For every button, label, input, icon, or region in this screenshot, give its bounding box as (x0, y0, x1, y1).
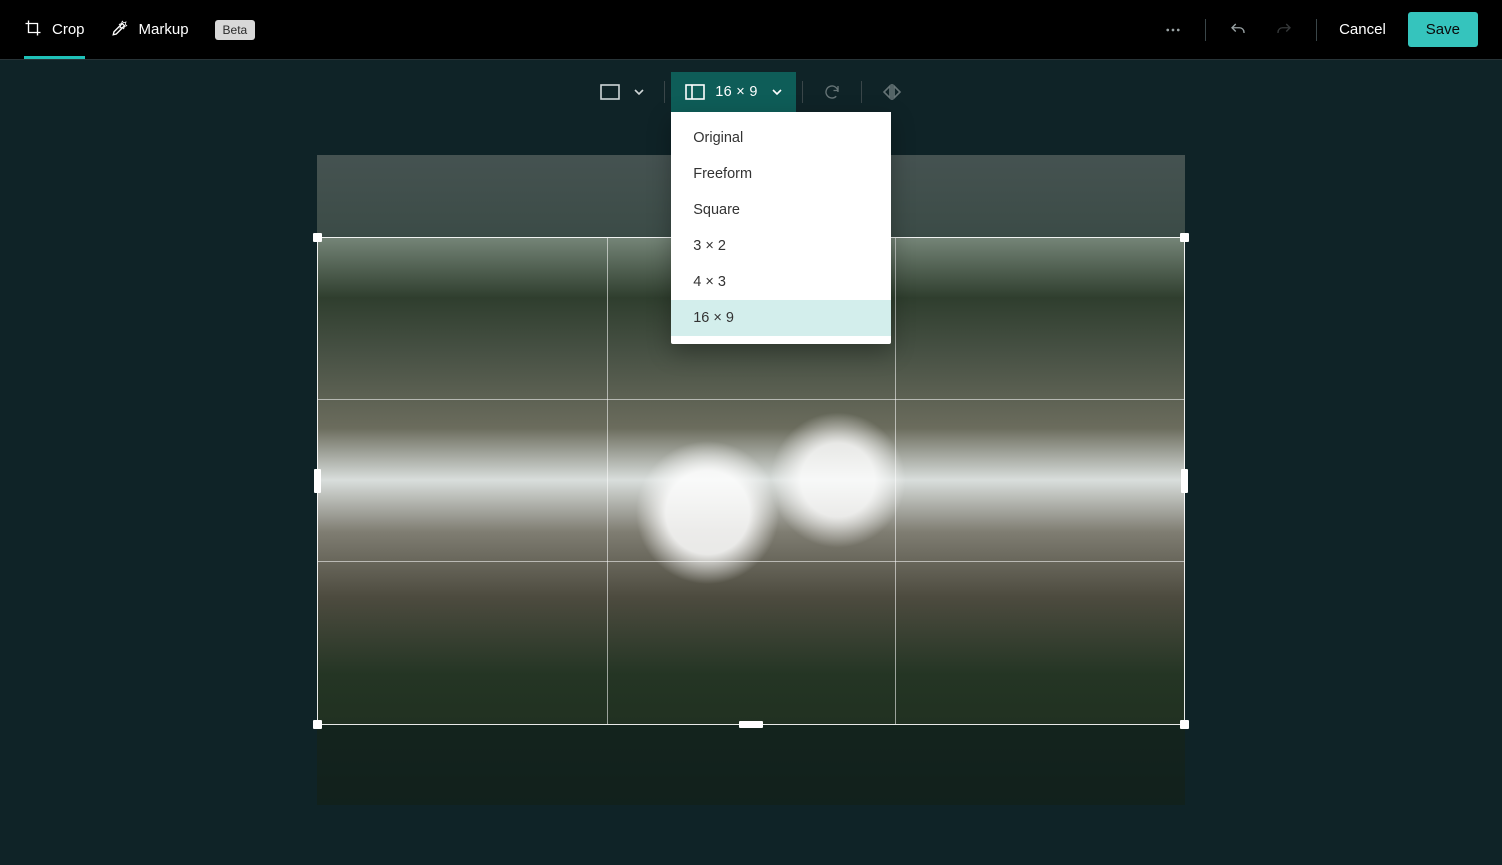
crop-grid-line (895, 238, 896, 724)
rotate-icon (823, 83, 841, 101)
crop-handle-bottom[interactable] (739, 721, 763, 728)
crop-handle-bottom-left[interactable] (313, 720, 322, 729)
save-button[interactable]: Save (1408, 12, 1478, 47)
rotate-tool[interactable] (809, 72, 855, 112)
tab-crop-label: Crop (52, 21, 85, 38)
crop-handle-right[interactable] (1181, 469, 1188, 493)
tab-markup[interactable]: Markup (111, 0, 189, 59)
crop-mask-bottom (317, 725, 1185, 805)
aspect-ratio-icon (685, 84, 705, 100)
topbar: Crop Markup Beta Cancel Save (0, 0, 1502, 60)
aspect-option[interactable]: 4 × 3 (671, 264, 891, 300)
crop-handle-top-right[interactable] (1180, 233, 1189, 242)
aspect-ratio-wrapper: 16 × 9 OriginalFreeformSquare3 × 24 × 31… (671, 72, 796, 112)
aspect-option[interactable]: Original (671, 120, 891, 156)
flip-horizontal-icon (882, 84, 902, 100)
chevron-down-icon (772, 87, 782, 97)
beta-badge: Beta (215, 20, 256, 40)
separator (861, 81, 862, 103)
separator (1316, 19, 1317, 41)
more-icon[interactable] (1159, 16, 1187, 44)
crop-handle-left[interactable] (314, 469, 321, 493)
aspect-option[interactable]: Square (671, 192, 891, 228)
crop-icon (24, 19, 42, 40)
cancel-button[interactable]: Cancel (1335, 13, 1390, 46)
aspect-ratio-menu: OriginalFreeformSquare3 × 24 × 316 × 9 (671, 112, 891, 344)
separator (664, 81, 665, 103)
crop-handle-top-left[interactable] (313, 233, 322, 242)
aspect-option[interactable]: 16 × 9 (671, 300, 891, 336)
crop-toolbar: 16 × 9 OriginalFreeformSquare3 × 24 × 31… (0, 60, 1502, 112)
crop-grid-line (607, 238, 608, 724)
aspect-option[interactable]: 3 × 2 (671, 228, 891, 264)
flip-tool[interactable] (868, 72, 916, 112)
undo-icon[interactable] (1224, 16, 1252, 44)
crop-grid-line (318, 561, 1184, 562)
markup-icon (111, 19, 129, 40)
crop-handle-bottom-right[interactable] (1180, 720, 1189, 729)
orientation-tool[interactable] (586, 72, 658, 112)
chevron-down-icon (634, 87, 644, 97)
tab-markup-label: Markup (139, 21, 189, 38)
aspect-ratio-current: 16 × 9 (715, 84, 758, 100)
aspect-ratio-tool[interactable]: 16 × 9 (671, 72, 796, 112)
separator (1205, 19, 1206, 41)
orientation-icon (600, 84, 620, 100)
redo-icon[interactable] (1270, 16, 1298, 44)
separator (802, 81, 803, 103)
tab-crop[interactable]: Crop (24, 0, 85, 59)
crop-grid-line (318, 399, 1184, 400)
aspect-option[interactable]: Freeform (671, 156, 891, 192)
topbar-left: Crop Markup Beta (24, 0, 255, 59)
topbar-right: Cancel Save (1159, 12, 1478, 47)
crop-toolbar-inner: 16 × 9 OriginalFreeformSquare3 × 24 × 31… (586, 72, 916, 112)
